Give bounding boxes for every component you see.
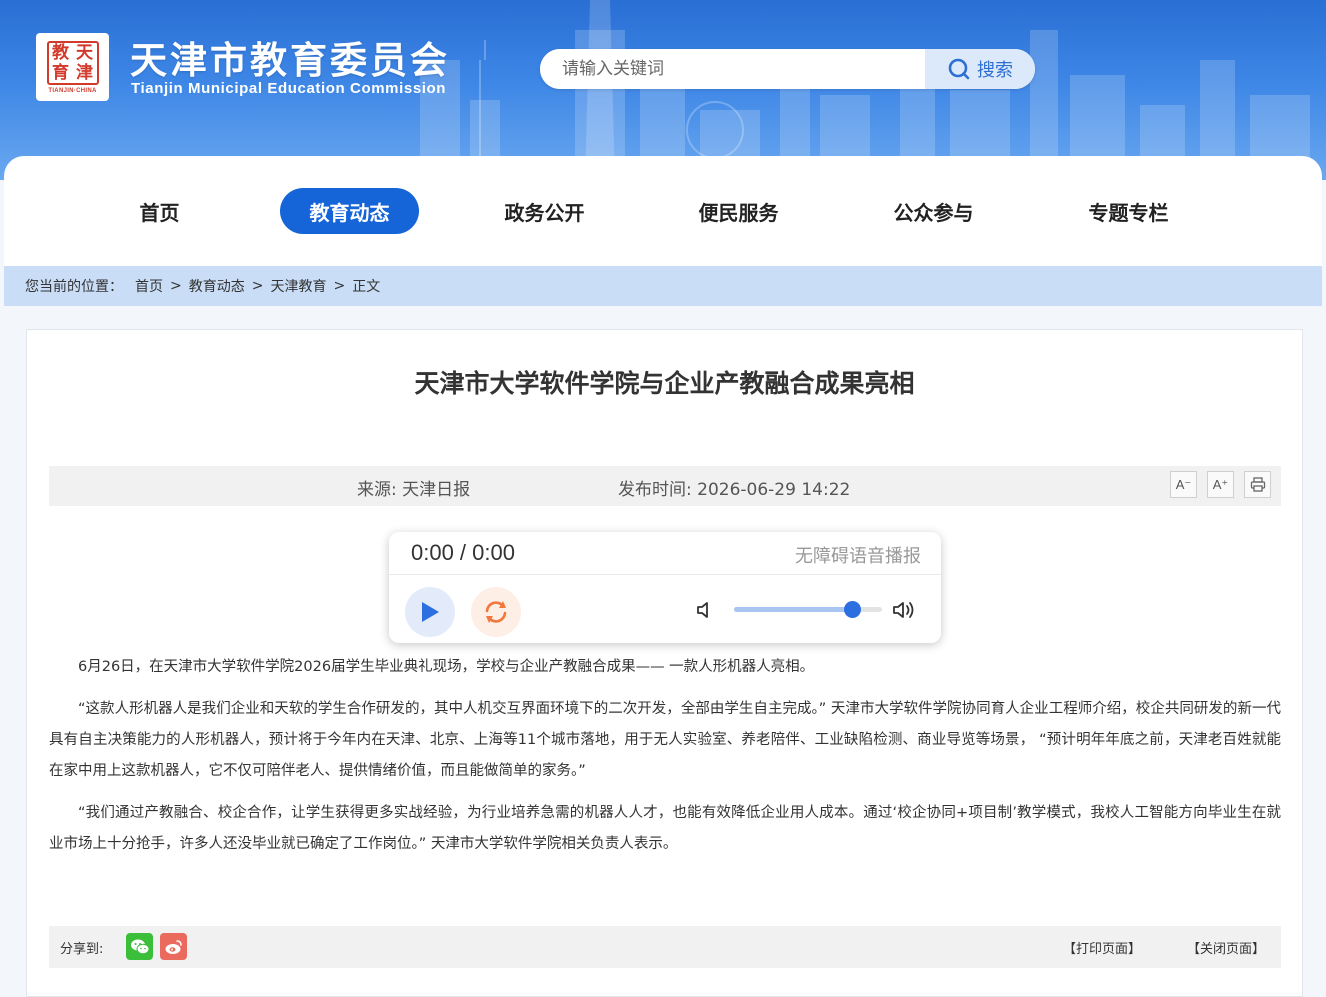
nav-item-public-participation[interactable]: 公众参与: [864, 188, 1003, 234]
share-bar: 分享到: 【打印页面】 【关闭页面】: [49, 926, 1281, 968]
play-button[interactable]: [405, 587, 455, 637]
article-publish-time: 发布时间: 2026-06-29 14:22: [618, 480, 851, 500]
loop-button[interactable]: [471, 587, 521, 637]
article-container: 天津市大学软件学院与企业产教融合成果亮相 来源: 天津日报 发布时间: 2026…: [26, 329, 1303, 997]
breadcrumb-link-home[interactable]: 首页: [135, 276, 163, 296]
share-wechat-button[interactable]: [126, 933, 153, 960]
volume-slider[interactable]: [734, 601, 882, 618]
breadcrumb: 您当前的位置： 首页 > 教育动态 > 天津教育 > 正文: [4, 266, 1322, 306]
article-paragraph: “我们通过产教融合、校企合作，让学生获得更多实战经验，为行业培养急需的机器人人才…: [49, 805, 1281, 852]
play-icon: [422, 602, 439, 622]
city-skyline-decoration: [420, 0, 1310, 180]
print-button[interactable]: [1244, 471, 1271, 498]
article-paragraph: 6月26日，在天津市大学软件学院2026届学生毕业典礼现场，学校与企业产教融合成…: [78, 659, 815, 675]
wechat-icon: [130, 939, 149, 954]
site-subtitle: Tianjin Municipal Education Commission: [131, 80, 447, 97]
breadcrumb-prefix: 您当前的位置：: [25, 279, 123, 295]
logo-seal: 教 天 育 津: [46, 40, 99, 85]
nav-item-government-affairs[interactable]: 政务公开: [475, 188, 614, 234]
breadcrumb-separator: >: [333, 278, 346, 294]
share-weibo-button[interactable]: [160, 933, 187, 960]
article-paragraph: “这款人形机器人是我们企业和天软的学生合作研发的，其中人机交互界面环境下的二次开…: [49, 701, 1281, 779]
breadcrumb-separator: >: [170, 278, 182, 294]
breadcrumb-link-tianjin-education[interactable]: 天津教育: [270, 276, 326, 296]
printer-icon: [1250, 477, 1265, 492]
share-label: 分享到:: [60, 942, 104, 957]
breadcrumb-link-education-news[interactable]: 教育动态: [189, 276, 245, 296]
breadcrumb-separator: >: [251, 278, 264, 294]
audio-divider: [389, 574, 941, 575]
article-source: 来源: 天津日报: [357, 480, 471, 500]
font-smaller-button[interactable]: A⁻: [1170, 471, 1197, 498]
font-larger-button[interactable]: A⁺: [1207, 471, 1234, 498]
nav-item-public-services[interactable]: 便民服务: [669, 188, 808, 234]
breadcrumb-current: 正文: [352, 279, 381, 295]
loop-icon: [485, 601, 507, 623]
volume-slider-knob[interactable]: [843, 601, 861, 618]
audio-player-label: 无障碍语音播报: [795, 546, 921, 567]
volume-low-icon[interactable]: [695, 599, 717, 621]
weibo-icon: [165, 939, 182, 954]
site-logo[interactable]: 教 天 育 津 TIANJIN·CHINA: [36, 33, 109, 101]
logo-caption: TIANJIN·CHINA: [48, 87, 97, 94]
search-bar: 搜索: [540, 49, 1035, 89]
volume-slider-fill: [734, 607, 852, 612]
article-title: 天津市大学软件学院与企业产教融合成果亮相: [414, 369, 915, 398]
audio-time-display: 0:00 / 0:00: [411, 540, 515, 565]
site-title: 天津市教育委员会: [130, 39, 450, 82]
site-header: 教 天 育 津 TIANJIN·CHINA 天津市教育委员会 Tianjin M…: [0, 0, 1326, 180]
search-button[interactable]: 搜索: [925, 49, 1035, 89]
audio-player: 0:00 / 0:00 无障碍语音播报: [389, 532, 941, 643]
nav-item-education-news[interactable]: 教育动态: [280, 188, 419, 234]
print-page-link[interactable]: 【打印页面】: [1063, 938, 1141, 957]
search-button-label: 搜索: [977, 60, 1013, 81]
nav-item-special-topics[interactable]: 专题专栏: [1059, 188, 1198, 234]
main-nav-panel: 首页 教育动态 政务公开 便民服务 公众参与 专题专栏 您当前的位置： 首页 >…: [4, 156, 1322, 306]
article-body: 6月26日，在天津市大学软件学院2026届学生毕业典礼现场，学校与企业产教融合成…: [49, 652, 1281, 871]
nav-item-home[interactable]: 首页: [90, 188, 229, 234]
article-meta-bar: 来源: 天津日报 发布时间: 2026-06-29 14:22 A⁻ A⁺: [49, 466, 1281, 506]
article-tools: A⁻ A⁺: [1170, 471, 1271, 498]
close-page-link[interactable]: 【关闭页面】: [1187, 938, 1265, 957]
search-input[interactable]: [540, 49, 925, 89]
search-icon: [948, 58, 970, 80]
volume-high-icon[interactable]: [892, 598, 918, 622]
main-nav: 首页 教育动态 政务公开 便民服务 公众参与 专题专栏: [4, 188, 1322, 234]
